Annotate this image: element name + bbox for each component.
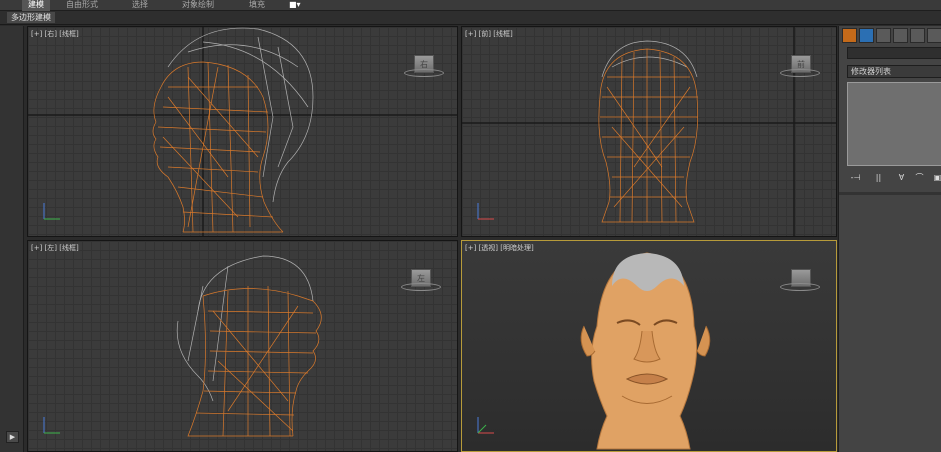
object-name-field[interactable] (847, 47, 941, 59)
display-icon[interactable] (910, 28, 925, 43)
viewport-left[interactable]: [+] [左] [线框] 左 (27, 240, 458, 452)
ribbon-tabs: 建模 自由形式 选择 对象绘制 填充 ■▾ (0, 0, 941, 11)
make-unique-icon[interactable]: ∀ (895, 172, 908, 184)
hierarchy-icon[interactable] (876, 28, 891, 43)
wireframe-head-left (176, 255, 322, 437)
modifier-stack[interactable] (847, 82, 941, 166)
axis-tripod-icon (43, 417, 60, 434)
remove-modifier-icon[interactable]: ⌒ (913, 172, 926, 184)
utilities-icon[interactable] (927, 28, 941, 43)
modifier-list-dropdown[interactable]: 修改器列表 (847, 65, 941, 78)
tab-populate[interactable]: 填充 (243, 0, 271, 11)
dropdown-icon[interactable]: ■▾ (283, 0, 307, 11)
wireframe-head-front (462, 27, 836, 236)
tab-modeling[interactable]: 建模 (22, 0, 50, 11)
panel-divider (839, 192, 941, 195)
tab-freeform[interactable]: 自由形式 (60, 0, 104, 11)
viewport-right[interactable]: [+] [右] [线框] 右 (27, 26, 458, 237)
motion-icon[interactable] (893, 28, 908, 43)
command-panel: 修改器列表 -⊣ || ∀ ⌒ ▣ (838, 26, 941, 452)
polygon-modeling-label[interactable]: 多边形建模 (7, 12, 55, 23)
viewcube-ring[interactable] (780, 69, 820, 77)
viewport-label[interactable]: [+] [前] [线框] (465, 29, 513, 39)
axis-tripod-icon (43, 203, 60, 220)
wireframe-head-right (28, 27, 457, 236)
viewcube-ring[interactable] (780, 283, 820, 291)
stack-toolbar: -⊣ || ∀ ⌒ ▣ (847, 172, 941, 184)
tab-selection[interactable]: 选择 (126, 0, 154, 11)
viewport-label[interactable]: [+] [透视] [明暗处理] (465, 243, 534, 253)
ribbon-subpanel: 多边形建模 (0, 11, 941, 25)
shaded-head-perspective (580, 252, 711, 450)
viewport-layout-strip (0, 26, 24, 452)
viewport-label[interactable]: [+] [左] [线框] (31, 243, 79, 253)
tab-object-paint[interactable]: 对象绘制 (176, 0, 220, 11)
viewport-label[interactable]: [+] [右] [线框] (31, 29, 79, 39)
create-icon[interactable] (842, 28, 857, 43)
pin-stack-icon[interactable]: -⊣ (849, 172, 862, 184)
axis-tripod-icon (477, 203, 494, 220)
viewcube-ring[interactable] (401, 283, 441, 291)
show-end-result-icon[interactable]: || (872, 172, 885, 184)
viewport-perspective[interactable]: [+] [透视] [明暗处理] (461, 240, 837, 452)
axis-tripod-icon (477, 417, 494, 434)
configure-sets-icon[interactable]: ▣ (931, 172, 941, 184)
viewport-front[interactable]: [+] [前] [线框] 前 (461, 26, 837, 237)
viewcube-ring[interactable] (404, 69, 444, 77)
modify-icon[interactable] (859, 28, 874, 43)
play-icon[interactable]: ▶ (6, 431, 19, 443)
